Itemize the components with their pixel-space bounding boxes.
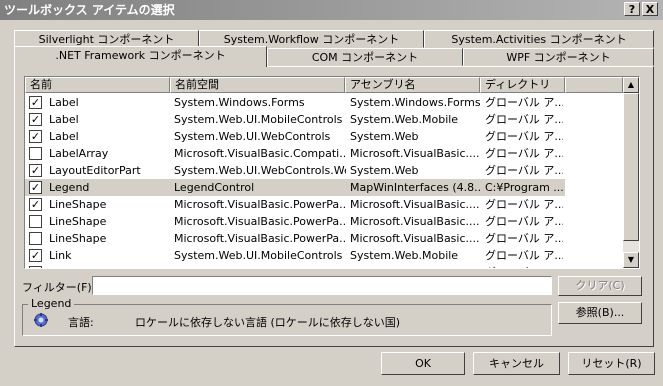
cancel-button[interactable]: キャンセル [473, 352, 560, 375]
reset-button[interactable]: リセット(R) [568, 352, 655, 375]
tab-panel [14, 66, 654, 347]
help-button[interactable]: ? [624, 2, 640, 16]
tab-dotnet-framework[interactable]: .NET Framework コンポーネント [14, 46, 267, 67]
tab-system-activities[interactable]: System.Activities コンポーネント [424, 30, 654, 48]
tab-wpf[interactable]: WPF コンポーネント [463, 48, 654, 66]
close-button[interactable]: X [642, 2, 658, 16]
tab-com[interactable]: COM コンポーネント [267, 48, 463, 66]
window-title: ツールボックス アイテムの選択 [4, 3, 175, 17]
title-bar: ツールボックス アイテムの選択 [0, 0, 663, 20]
ok-button[interactable]: OK [381, 352, 465, 375]
